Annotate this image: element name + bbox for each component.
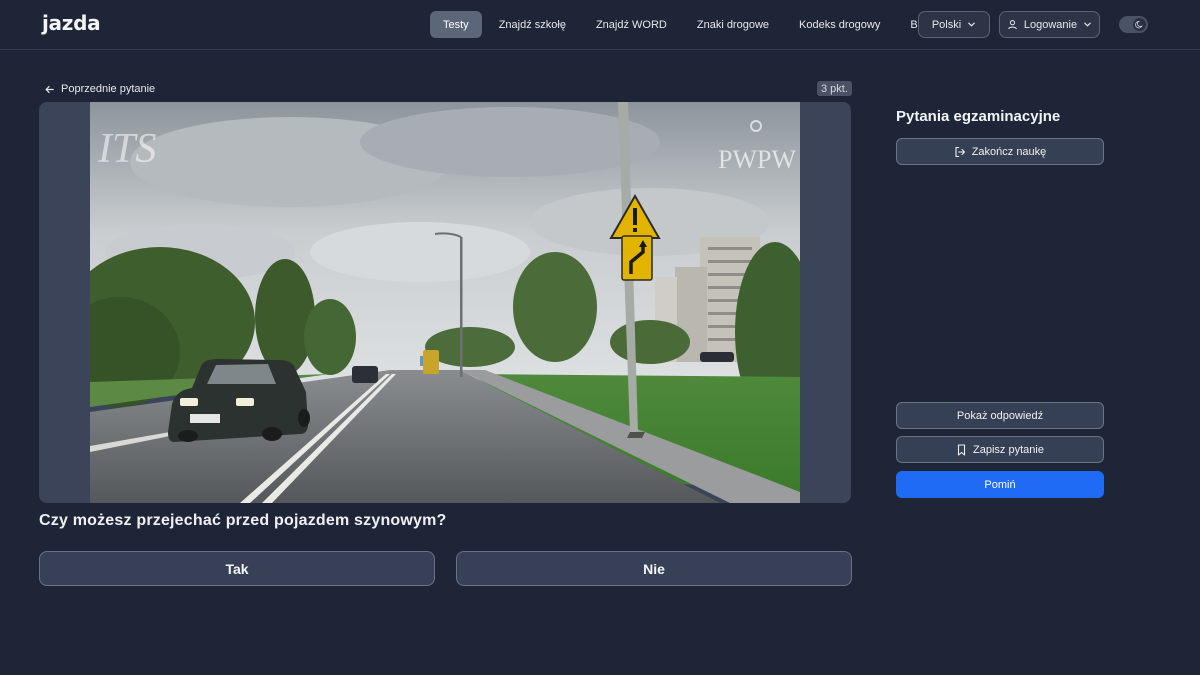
skip-label: Pomiń <box>984 478 1016 491</box>
nav-item-testy[interactable]: Testy <box>430 11 482 38</box>
show-answer-button[interactable]: Pokaż odpowiedź <box>896 402 1104 429</box>
language-label: Polski <box>931 18 962 31</box>
question-media[interactable]: ITS PWPW <box>39 102 851 503</box>
bookmark-icon <box>957 443 966 456</box>
theme-toggle[interactable] <box>1119 16 1148 33</box>
end-learning-button[interactable]: Zakończ naukę <box>896 138 1104 165</box>
question-video[interactable]: ITS PWPW <box>90 102 800 503</box>
toggle-knob <box>1133 18 1146 31</box>
logo[interactable]: jazda <box>42 11 101 35</box>
watermark-left: ITS <box>97 126 156 172</box>
save-question-button[interactable]: Zapisz pytanie <box>896 436 1104 463</box>
login-label: Logowanie <box>1023 18 1078 31</box>
main-nav: Testy Znajdź szkołę Znajdź WORD Znaki dr… <box>430 11 945 38</box>
chevron-down-icon <box>1084 22 1091 27</box>
logo-text: jazda <box>42 11 101 35</box>
watermark-right: PWPW <box>718 145 796 174</box>
login-button[interactable]: Logowanie <box>999 11 1100 38</box>
previous-question-link[interactable]: Poprzednie pytanie <box>44 81 155 97</box>
chevron-down-icon <box>968 22 975 27</box>
skip-button[interactable]: Pomiń <box>896 471 1104 498</box>
side-panel-title: Pytania egzaminacyjne <box>896 108 1061 125</box>
logout-icon <box>955 146 965 157</box>
user-icon <box>1008 20 1017 30</box>
nav-item-road-signs[interactable]: Znaki drogowe <box>684 11 782 38</box>
arrow-left-icon <box>45 85 54 93</box>
top-header: jazda Testy Znajdź szkołę Znajdź WORD Zn… <box>0 0 1200 50</box>
save-question-label: Zapisz pytanie <box>973 443 1044 456</box>
end-learning-label: Zakończ naukę <box>971 145 1047 158</box>
language-select[interactable]: Polski <box>918 11 990 38</box>
road-scene-image: ITS PWPW <box>90 102 800 503</box>
nav-item-word[interactable]: Znajdź WORD <box>583 11 680 38</box>
question-text: Czy możesz przejechać przed pojazdem szy… <box>39 512 447 529</box>
points-badge: 3 pkt. <box>817 81 852 96</box>
answer-yes-button[interactable]: Tak <box>39 551 435 586</box>
answer-no-button[interactable]: Nie <box>456 551 852 586</box>
nav-item-road-code[interactable]: Kodeks drogowy <box>786 11 893 38</box>
moon-icon <box>1135 21 1143 29</box>
previous-question-label: Poprzednie pytanie <box>61 83 156 95</box>
show-answer-label: Pokaż odpowiedź <box>956 409 1044 422</box>
nav-item-schools[interactable]: Znajdź szkołę <box>486 11 579 38</box>
